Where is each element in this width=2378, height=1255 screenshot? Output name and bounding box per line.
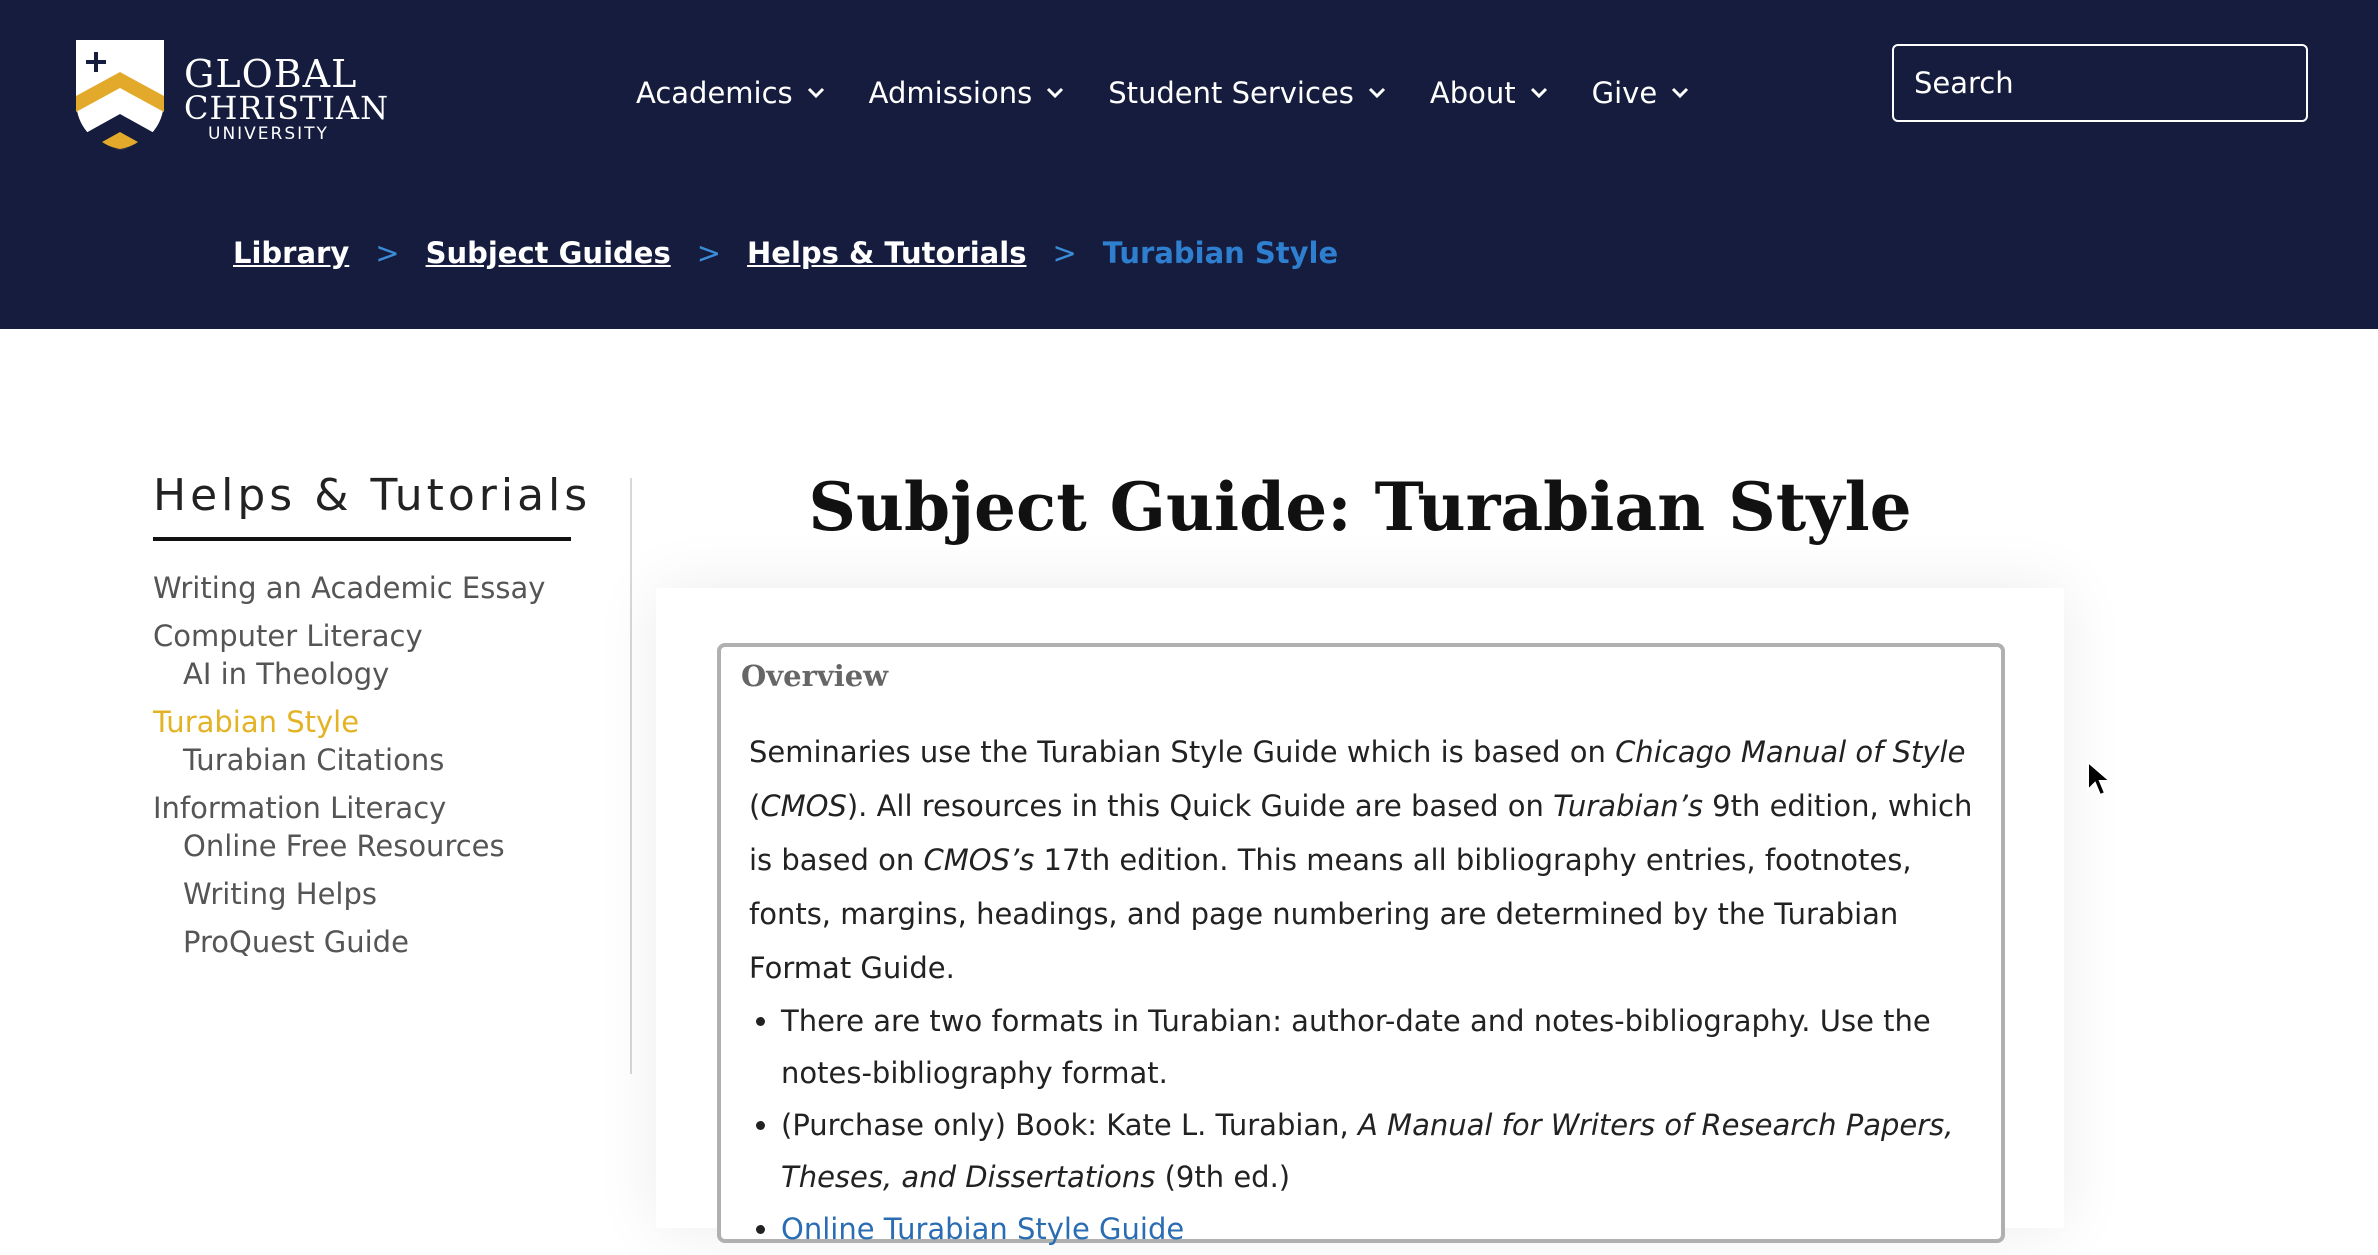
nav-admissions-label: Admissions xyxy=(868,76,1033,110)
site-header: GLOBAL CHRISTIAN UNIVERSITY Academics Ad… xyxy=(0,0,2378,329)
online-turabian-guide-link[interactable]: Online Turabian Style Guide xyxy=(781,1212,1184,1246)
search-input[interactable] xyxy=(1894,46,2306,120)
logo-text-line2: CHRISTIAN xyxy=(184,89,390,127)
breadcrumb-current: Turabian Style xyxy=(1102,236,1339,270)
sidebar-divider xyxy=(630,478,632,1074)
breadcrumb-separator: > xyxy=(696,236,722,270)
chevron-down-icon xyxy=(1368,87,1385,99)
chevron-down-icon xyxy=(807,87,824,99)
logo-text-line1: GLOBAL xyxy=(184,52,358,96)
breadcrumb-separator: > xyxy=(375,236,400,270)
university-logo[interactable]: GLOBAL CHRISTIAN UNIVERSITY xyxy=(72,38,389,152)
nav-academics-label: Academics xyxy=(636,76,793,110)
shield-logo-icon xyxy=(76,40,164,150)
nav-student-services-label: Student Services xyxy=(1108,76,1354,110)
breadcrumb: Library > Subject Guides > Helps & Tutor… xyxy=(233,236,1338,270)
chevron-down-icon xyxy=(1047,87,1064,99)
sidebar-item-turabian-citations[interactable]: Turabian Citations xyxy=(183,743,571,777)
list-item: There are two formats in Turabian: autho… xyxy=(781,995,1989,1099)
book-edition: (9th ed.) xyxy=(1155,1160,1291,1194)
overview-box: Overview Seminaries use the Turabian Sty… xyxy=(717,643,2005,1246)
intro-text: ( xyxy=(749,789,761,823)
nav-give-label: Give xyxy=(1591,76,1658,110)
main-nav: Academics Admissions Student Services Ab… xyxy=(636,76,1733,110)
intro-cmos-possessive: CMOS’s xyxy=(923,843,1035,877)
sidebar-item-information-literacy[interactable]: Information Literacy xyxy=(153,791,571,825)
mouse-cursor-icon xyxy=(2087,760,2113,797)
overview-body: Seminaries use the Turabian Style Guide … xyxy=(749,725,1989,1255)
intro-turabian: Turabian’s xyxy=(1553,789,1703,823)
list-item: Online Turabian Style Guide xyxy=(781,1203,1989,1255)
overview-intro: Seminaries use the Turabian Style Guide … xyxy=(749,725,1989,995)
breadcrumb-helps-tutorials[interactable]: Helps & Tutorials xyxy=(747,236,1026,270)
nav-admissions[interactable]: Admissions xyxy=(869,76,1065,110)
nav-about-label: About xyxy=(1429,76,1516,110)
nav-student-services[interactable]: Student Services xyxy=(1108,76,1386,110)
sidebar-title: Helps & Tutorials xyxy=(153,470,587,541)
intro-text: ). All resources in this Quick Guide are… xyxy=(846,789,1554,823)
chevron-down-icon xyxy=(1672,87,1689,99)
breadcrumb-separator: > xyxy=(1052,236,1077,270)
intro-cmos-title: Chicago Manual of Style xyxy=(1615,735,1966,769)
list-item: (Purchase only) Book: Kate L. Turabian, … xyxy=(781,1099,1989,1203)
sidebar-item-computer-literacy[interactable]: Computer Literacy xyxy=(153,619,571,653)
sidebar-item-turabian-style[interactable]: Turabian Style xyxy=(153,705,571,739)
book-prefix: (Purchase only) Book: Kate L. Turabian, xyxy=(781,1108,1358,1142)
logo-text-line3: UNIVERSITY xyxy=(208,124,329,144)
overview-title: Overview xyxy=(741,659,889,693)
intro-cmos-abbr: CMOS xyxy=(760,789,847,823)
sidebar-item-ai-in-theology[interactable]: AI in Theology xyxy=(183,657,571,691)
sidebar-list: Writing an Academic Essay Computer Liter… xyxy=(153,571,571,959)
search-box xyxy=(1892,44,2308,122)
nav-academics[interactable]: Academics xyxy=(636,76,825,110)
breadcrumb-subject-guides[interactable]: Subject Guides xyxy=(426,236,671,270)
nav-about[interactable]: About xyxy=(1430,76,1548,110)
sidebar-item-writing-helps[interactable]: Writing Helps xyxy=(183,877,571,911)
chevron-down-icon xyxy=(1530,87,1547,99)
nav-give[interactable]: Give xyxy=(1592,76,1690,110)
sidebar-item-online-free-resources[interactable]: Online Free Resources xyxy=(183,829,571,863)
page-title: Subject Guide: Turabian Style xyxy=(808,468,1912,546)
sidebar: Helps & Tutorials Writing an Academic Es… xyxy=(153,470,587,959)
sidebar-item-proquest-guide[interactable]: ProQuest Guide xyxy=(183,925,571,959)
breadcrumb-library[interactable]: Library xyxy=(233,236,349,270)
overview-list: There are two formats in Turabian: autho… xyxy=(749,995,1989,1255)
sidebar-item-writing-academic-essay[interactable]: Writing an Academic Essay xyxy=(153,571,571,605)
intro-text: Seminaries use the Turabian Style Guide … xyxy=(749,735,1616,769)
